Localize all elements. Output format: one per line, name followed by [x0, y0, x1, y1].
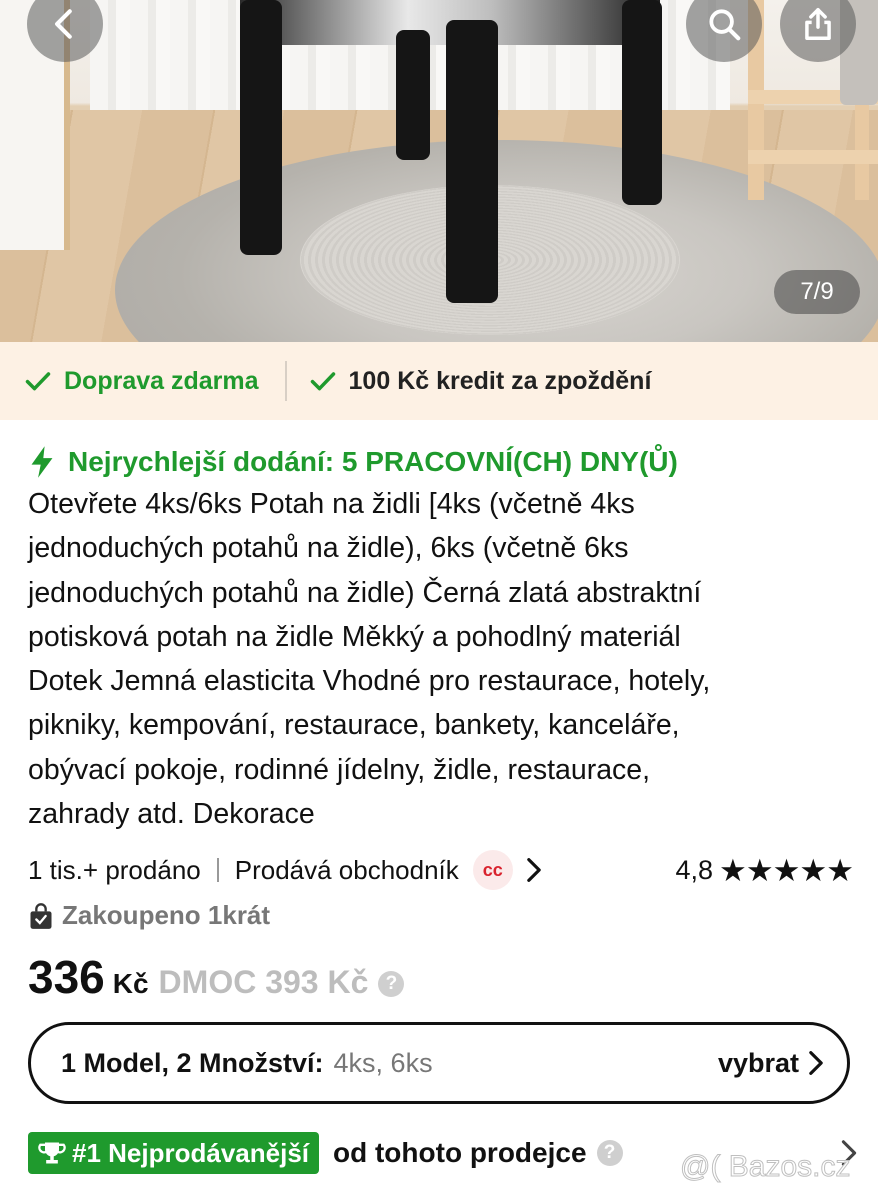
variant-selector[interactable]: 1 Model, 2 Množství: 4ks, 6ks vybrat [28, 1022, 850, 1104]
bestseller-badge-label: #1 Nejprodávanější [72, 1137, 309, 1168]
trophy-icon [38, 1142, 66, 1164]
shopping-bag-icon [30, 902, 52, 929]
star-icon: ★ [719, 852, 747, 888]
purchase-history: Zakoupeno 1krát [28, 900, 270, 931]
benefit-divider [284, 361, 287, 401]
price-row: 336 Kč DMOC 393 Kč ? [28, 950, 405, 1004]
product-image-gallery[interactable]: 7/9 [0, 0, 878, 342]
photo-chair-leg [396, 30, 430, 160]
image-counter: 7/9 [774, 270, 860, 314]
rating[interactable]: 4,8 ★ ★ ★ ★ ★ [675, 852, 854, 888]
star-icon: ★ [826, 852, 854, 888]
title-line: zahrady atd. Dekorace [28, 798, 315, 831]
product-info: Nejrychlejší dodání: 5 PRACOVNÍ(CH) DNY(… [28, 420, 858, 836]
price-value: 336 [28, 951, 105, 1003]
free-shipping-label: Doprava zdarma [64, 366, 259, 395]
search-icon [709, 9, 741, 41]
title-line: obývací pokoje, rodinné jídelny, židle, … [28, 753, 651, 786]
seller-badge[interactable]: cc [472, 850, 513, 890]
check-icon [310, 372, 335, 391]
chevron-right-icon [809, 1051, 823, 1075]
chevron-left-icon [55, 9, 72, 39]
delay-credit-label: 100 Kč kredit za zpoždění [348, 366, 652, 395]
title-line: jednoduchých potahů na židle) Černá zlat… [28, 576, 702, 609]
chevron-right-icon[interactable] [523, 857, 545, 883]
title-line: Otevřete 4ks/6ks Potah na židli [4ks (vč… [28, 488, 635, 520]
free-shipping-benefit[interactable]: Doprava zdarma [24, 367, 259, 396]
sales-seller-row: 1 tis.+ prodáno Prodává obchodník cc 4,8… [28, 848, 854, 892]
watermark: @( Bazos.cz [680, 1150, 851, 1184]
photo-chair-leg [446, 20, 498, 303]
share-icon [805, 8, 831, 40]
title-line: Dotek Jemná elasticita Vhodné pro restau… [28, 665, 711, 698]
delivery-label: Nejrychlejší dodání: 5 PRACOVNÍ(CH) DNY(… [68, 446, 678, 477]
star-rating: ★ ★ ★ ★ ★ [719, 852, 854, 888]
lightning-icon [31, 446, 53, 478]
title-line: jednoduchých potahů na židle), 6ks (včet… [28, 532, 629, 565]
bought-label: Zakoupeno 1krát [62, 900, 271, 930]
product-title: Otevřete 4ks/6ks Potah na židli [4ks (vč… [28, 482, 858, 836]
price-help-icon[interactable]: ? [378, 971, 405, 997]
select-label: vybrat [717, 1047, 799, 1078]
star-icon: ★ [772, 852, 801, 888]
photo-chair-leg [622, 0, 662, 205]
photo-shelf-board [748, 150, 878, 164]
rating-value: 4,8 [675, 854, 714, 885]
title-line: pikniky, kempování, restaurace, bankety,… [28, 709, 680, 742]
photo-chair-leg [240, 0, 282, 255]
select-variant-button[interactable]: vybrat [718, 1048, 825, 1079]
delay-credit-benefit[interactable]: 100 Kč kredit za zpoždění [309, 366, 652, 396]
benefits-bar[interactable]: Doprava zdarma 100 Kč kredit za zpoždění [0, 342, 878, 420]
title-line: potisková potah na židle Měkký a pohodln… [28, 620, 681, 653]
fastest-delivery: Nejrychlejší dodání: 5 PRACOVNÍ(CH) DNY(… [28, 442, 858, 482]
star-icon: ★ [745, 852, 774, 888]
seller-link[interactable]: Prodává obchodník [235, 855, 459, 886]
bestseller-text: od tohoto prodejce [333, 1137, 587, 1168]
bestseller-badge: #1 Nejprodávanější [28, 1132, 319, 1174]
price-currency: Kč [112, 968, 149, 999]
recommended-price: DMOC 393 Kč [158, 964, 369, 1000]
sold-count: 1 tis.+ prodáno [28, 854, 201, 885]
check-icon [25, 372, 51, 391]
variant-options: 4ks, 6ks [333, 1047, 433, 1078]
bestseller-help-icon[interactable]: ? [596, 1140, 623, 1166]
variant-label: 1 Model, 2 Množství: [61, 1047, 324, 1078]
meta-divider [216, 858, 219, 882]
star-icon: ★ [799, 852, 827, 888]
